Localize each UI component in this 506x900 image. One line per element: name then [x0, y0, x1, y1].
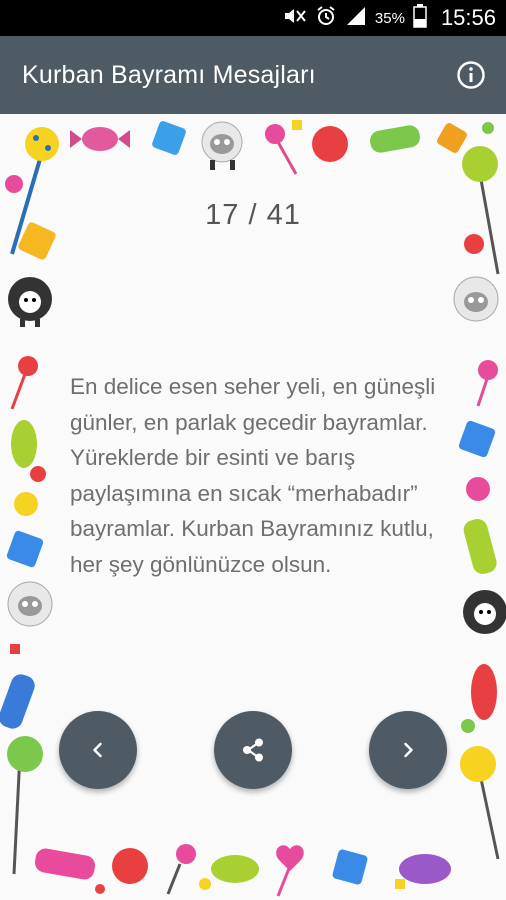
- wrapped-candy-icon: [399, 854, 451, 884]
- confetti-icon: [30, 466, 46, 482]
- striped-candy-icon: [370, 125, 420, 153]
- round-candy-icon: [312, 126, 348, 162]
- confetti-icon: [199, 878, 211, 890]
- lollipop-icon: [476, 360, 498, 407]
- confetti-icon: [395, 879, 405, 889]
- sheep-icon: [7, 581, 53, 627]
- battery-icon: [413, 3, 427, 33]
- confetti-icon: [10, 644, 20, 654]
- confetti-icon: [5, 175, 23, 193]
- striped-candy-icon: [463, 519, 497, 574]
- sheep-icon: [201, 121, 243, 170]
- wrapped-candy-icon: [211, 855, 259, 883]
- clock: 15:56: [440, 5, 496, 30]
- lollipop-icon: [276, 845, 304, 897]
- mute-icon: [283, 6, 307, 31]
- round-candy-icon: [14, 492, 38, 516]
- round-candy-icon: [112, 848, 148, 884]
- wrapped-candy-icon: [471, 664, 497, 720]
- sheep-icon: [453, 276, 499, 322]
- sheep-icon: [8, 277, 52, 327]
- lollipop-icon: [10, 356, 38, 410]
- info-icon: [457, 61, 485, 89]
- striped-candy-icon: [0, 674, 35, 729]
- chevron-right-icon: [404, 742, 413, 758]
- battery-percent: 35%: [374, 9, 405, 27]
- app-title: Kurban Bayramı Mesajları: [22, 61, 316, 89]
- striped-candy-icon: [34, 848, 96, 880]
- chevron-left-icon: [93, 742, 102, 758]
- lollipop-icon: [265, 124, 298, 175]
- wrapped-candy-icon: [70, 127, 130, 151]
- square-candy-icon: [6, 530, 44, 568]
- status-icons: 35% 15:56: [283, 0, 496, 36]
- round-candy-icon: [464, 234, 484, 254]
- message-counter: 17 / 41: [205, 199, 301, 231]
- signal-icon: [345, 6, 367, 31]
- confetti-icon: [95, 884, 105, 894]
- confetti-icon: [482, 122, 494, 134]
- round-candy-icon: [466, 477, 490, 501]
- square-candy-icon: [458, 420, 496, 458]
- confetti-icon: [292, 120, 302, 130]
- square-candy-icon: [152, 121, 186, 155]
- alarm-icon: [315, 5, 337, 32]
- square-candy-icon: [332, 849, 368, 885]
- share-button[interactable]: [214, 711, 292, 789]
- share-icon: [243, 738, 263, 762]
- lollipop-icon: [460, 746, 500, 860]
- info-button[interactable]: [454, 58, 488, 92]
- next-button[interactable]: [369, 711, 447, 789]
- square-candy-icon: [437, 123, 467, 153]
- previous-button[interactable]: [59, 711, 137, 789]
- confetti-icon: [461, 719, 475, 733]
- app-bar: Kurban Bayramı Mesajları: [0, 36, 506, 114]
- message-view: 17 / 41 En delice esen seher yeli, en gü…: [0, 114, 506, 900]
- message-text: En delice esen seher yeli, en güneşli gü…: [70, 374, 436, 577]
- sheep-icon: [463, 590, 506, 634]
- status-bar: 35% 15:56: [0, 0, 506, 36]
- wrapped-candy-icon: [11, 420, 37, 468]
- lollipop-icon: [166, 844, 196, 895]
